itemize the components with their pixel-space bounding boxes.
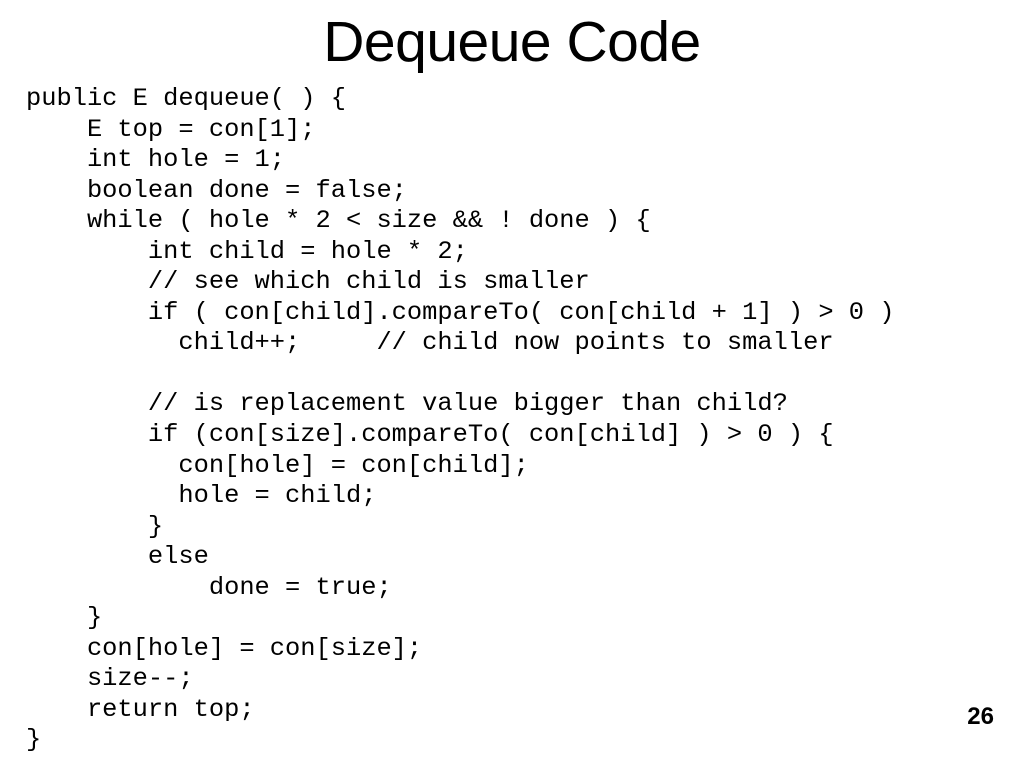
- code-line: size--;: [26, 664, 194, 694]
- code-line: con[hole] = con[child];: [26, 450, 529, 480]
- code-line: }: [26, 603, 103, 633]
- code-line: while ( hole * 2 < size && ! done ) {: [26, 206, 651, 236]
- code-line: E top = con[1];: [26, 114, 316, 144]
- code-line: if (con[size].compareTo( con[child] ) > …: [26, 420, 834, 450]
- code-line: if ( con[child].compareTo( con[child + 1…: [26, 297, 895, 327]
- code-line: }: [26, 725, 42, 755]
- code-line: return top;: [26, 694, 255, 724]
- code-line: boolean done = false;: [26, 175, 407, 205]
- code-line: public E dequeue( ) {: [26, 84, 346, 113]
- code-line: child++; // child now points to smaller: [26, 328, 834, 358]
- code-line: int child = hole * 2;: [26, 236, 468, 266]
- code-line: else: [26, 542, 209, 572]
- page-number: 26: [967, 703, 994, 730]
- code-line: con[hole] = con[size];: [26, 633, 423, 663]
- code-line: // see which child is smaller: [26, 267, 590, 297]
- code-block: public E dequeue( ) { E top = con[1]; in…: [26, 84, 1016, 756]
- code-line: done = true;: [26, 572, 392, 602]
- code-line: int hole = 1;: [26, 145, 286, 175]
- page-title: Dequeue Code: [323, 10, 701, 74]
- code-line: hole = child;: [26, 481, 377, 511]
- code-line: // is replacement value bigger than chil…: [26, 389, 788, 419]
- slide: Dequeue Code public E dequeue( ) { E top…: [0, 0, 1024, 768]
- code-line: }: [26, 511, 164, 541]
